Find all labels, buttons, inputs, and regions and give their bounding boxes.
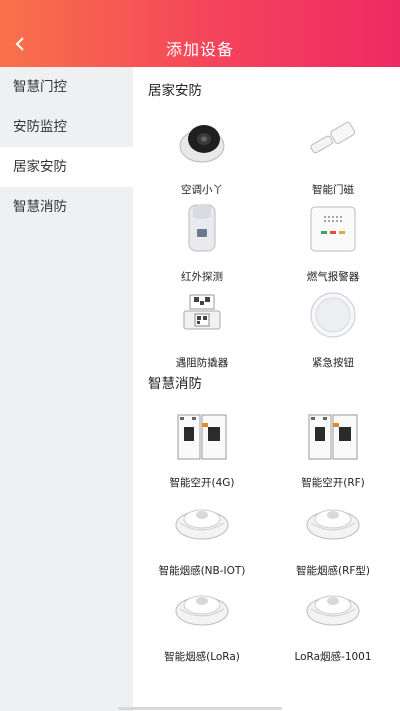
- header-bar: 添加设备: [0, 0, 400, 67]
- device-gas-alarm[interactable]: 燃气报警器: [283, 199, 383, 284]
- device-label: 红外探测: [181, 271, 223, 283]
- device-list: 居家安防 空调小丫 智能门磁 红外探测 燃气报警器 遇阻防撬器 紧急按钮 智慧消…: [133, 67, 400, 711]
- device-label: 空调小丫: [181, 184, 223, 196]
- device-label: 智能空开(4G): [169, 477, 235, 489]
- smoke-detector-icon: [306, 509, 360, 540]
- anti-pry-sensor-icon: [183, 294, 221, 330]
- category-sidebar: 智慧门控 安防监控 居家安防 智慧消防: [0, 67, 133, 711]
- infrared-detector-icon: [188, 204, 216, 252]
- smoke-detector-icon: [175, 595, 229, 626]
- device-label: 智能空开(RF): [301, 477, 365, 489]
- device-label: 智能门磁: [312, 184, 354, 196]
- section-title-smart-fire: 智慧消防: [148, 376, 202, 392]
- device-emergency-button[interactable]: 紧急按钮: [283, 285, 383, 370]
- smoke-detector-icon: [175, 509, 229, 540]
- device-label: 智能烟感(NB-IOT): [158, 565, 246, 577]
- device-smoke-detector-lora[interactable]: 智能烟感(LoRa): [152, 579, 252, 664]
- section-title-home-security: 居家安防: [148, 83, 202, 99]
- device-infrared-detector[interactable]: 红外探测: [152, 199, 252, 284]
- sidebar-item-smart-fire[interactable]: 智慧消防: [0, 187, 133, 227]
- circuit-breaker-icon: [177, 414, 227, 460]
- device-label: LoRa烟感-1001: [294, 651, 372, 663]
- device-circuit-breaker-rf[interactable]: 智能空开(RF): [283, 405, 383, 490]
- smoke-detector-icon: [306, 595, 360, 626]
- emergency-button-icon: [310, 292, 356, 338]
- device-smoke-detector-nb-iot[interactable]: 智能烟感(NB-IOT): [152, 493, 252, 578]
- circuit-breaker-icon: [308, 414, 358, 460]
- device-label: 智能烟感(LoRa): [164, 651, 240, 663]
- device-label: 燃气报警器: [306, 271, 360, 283]
- page-title: 添加设备: [165, 40, 234, 59]
- device-anti-pry-sensor[interactable]: 遇阻防撬器: [152, 285, 252, 370]
- home-indicator: [118, 707, 282, 710]
- ac-controller-icon: [179, 125, 225, 163]
- device-ac-controller[interactable]: 空调小丫: [152, 112, 252, 197]
- device-label: 智能烟感(RF型): [295, 565, 371, 577]
- door-sensor-icon: [310, 121, 356, 154]
- device-label: 紧急按钮: [312, 357, 354, 369]
- gas-alarm-icon: [310, 206, 356, 252]
- sidebar-item-home-security[interactable]: 居家安防: [0, 147, 133, 187]
- device-smoke-detector-rf[interactable]: 智能烟感(RF型): [283, 493, 383, 578]
- sidebar-item-security-monitoring[interactable]: 安防监控: [0, 107, 133, 147]
- device-label: 遇阻防撬器: [175, 357, 229, 369]
- device-door-sensor[interactable]: 智能门磁: [283, 112, 383, 197]
- sidebar-item-smart-door[interactable]: 智慧门控: [0, 67, 133, 107]
- device-circuit-breaker-4g[interactable]: 智能空开(4G): [152, 405, 252, 490]
- device-lora-smoke-1001[interactable]: LoRa烟感-1001: [283, 579, 383, 664]
